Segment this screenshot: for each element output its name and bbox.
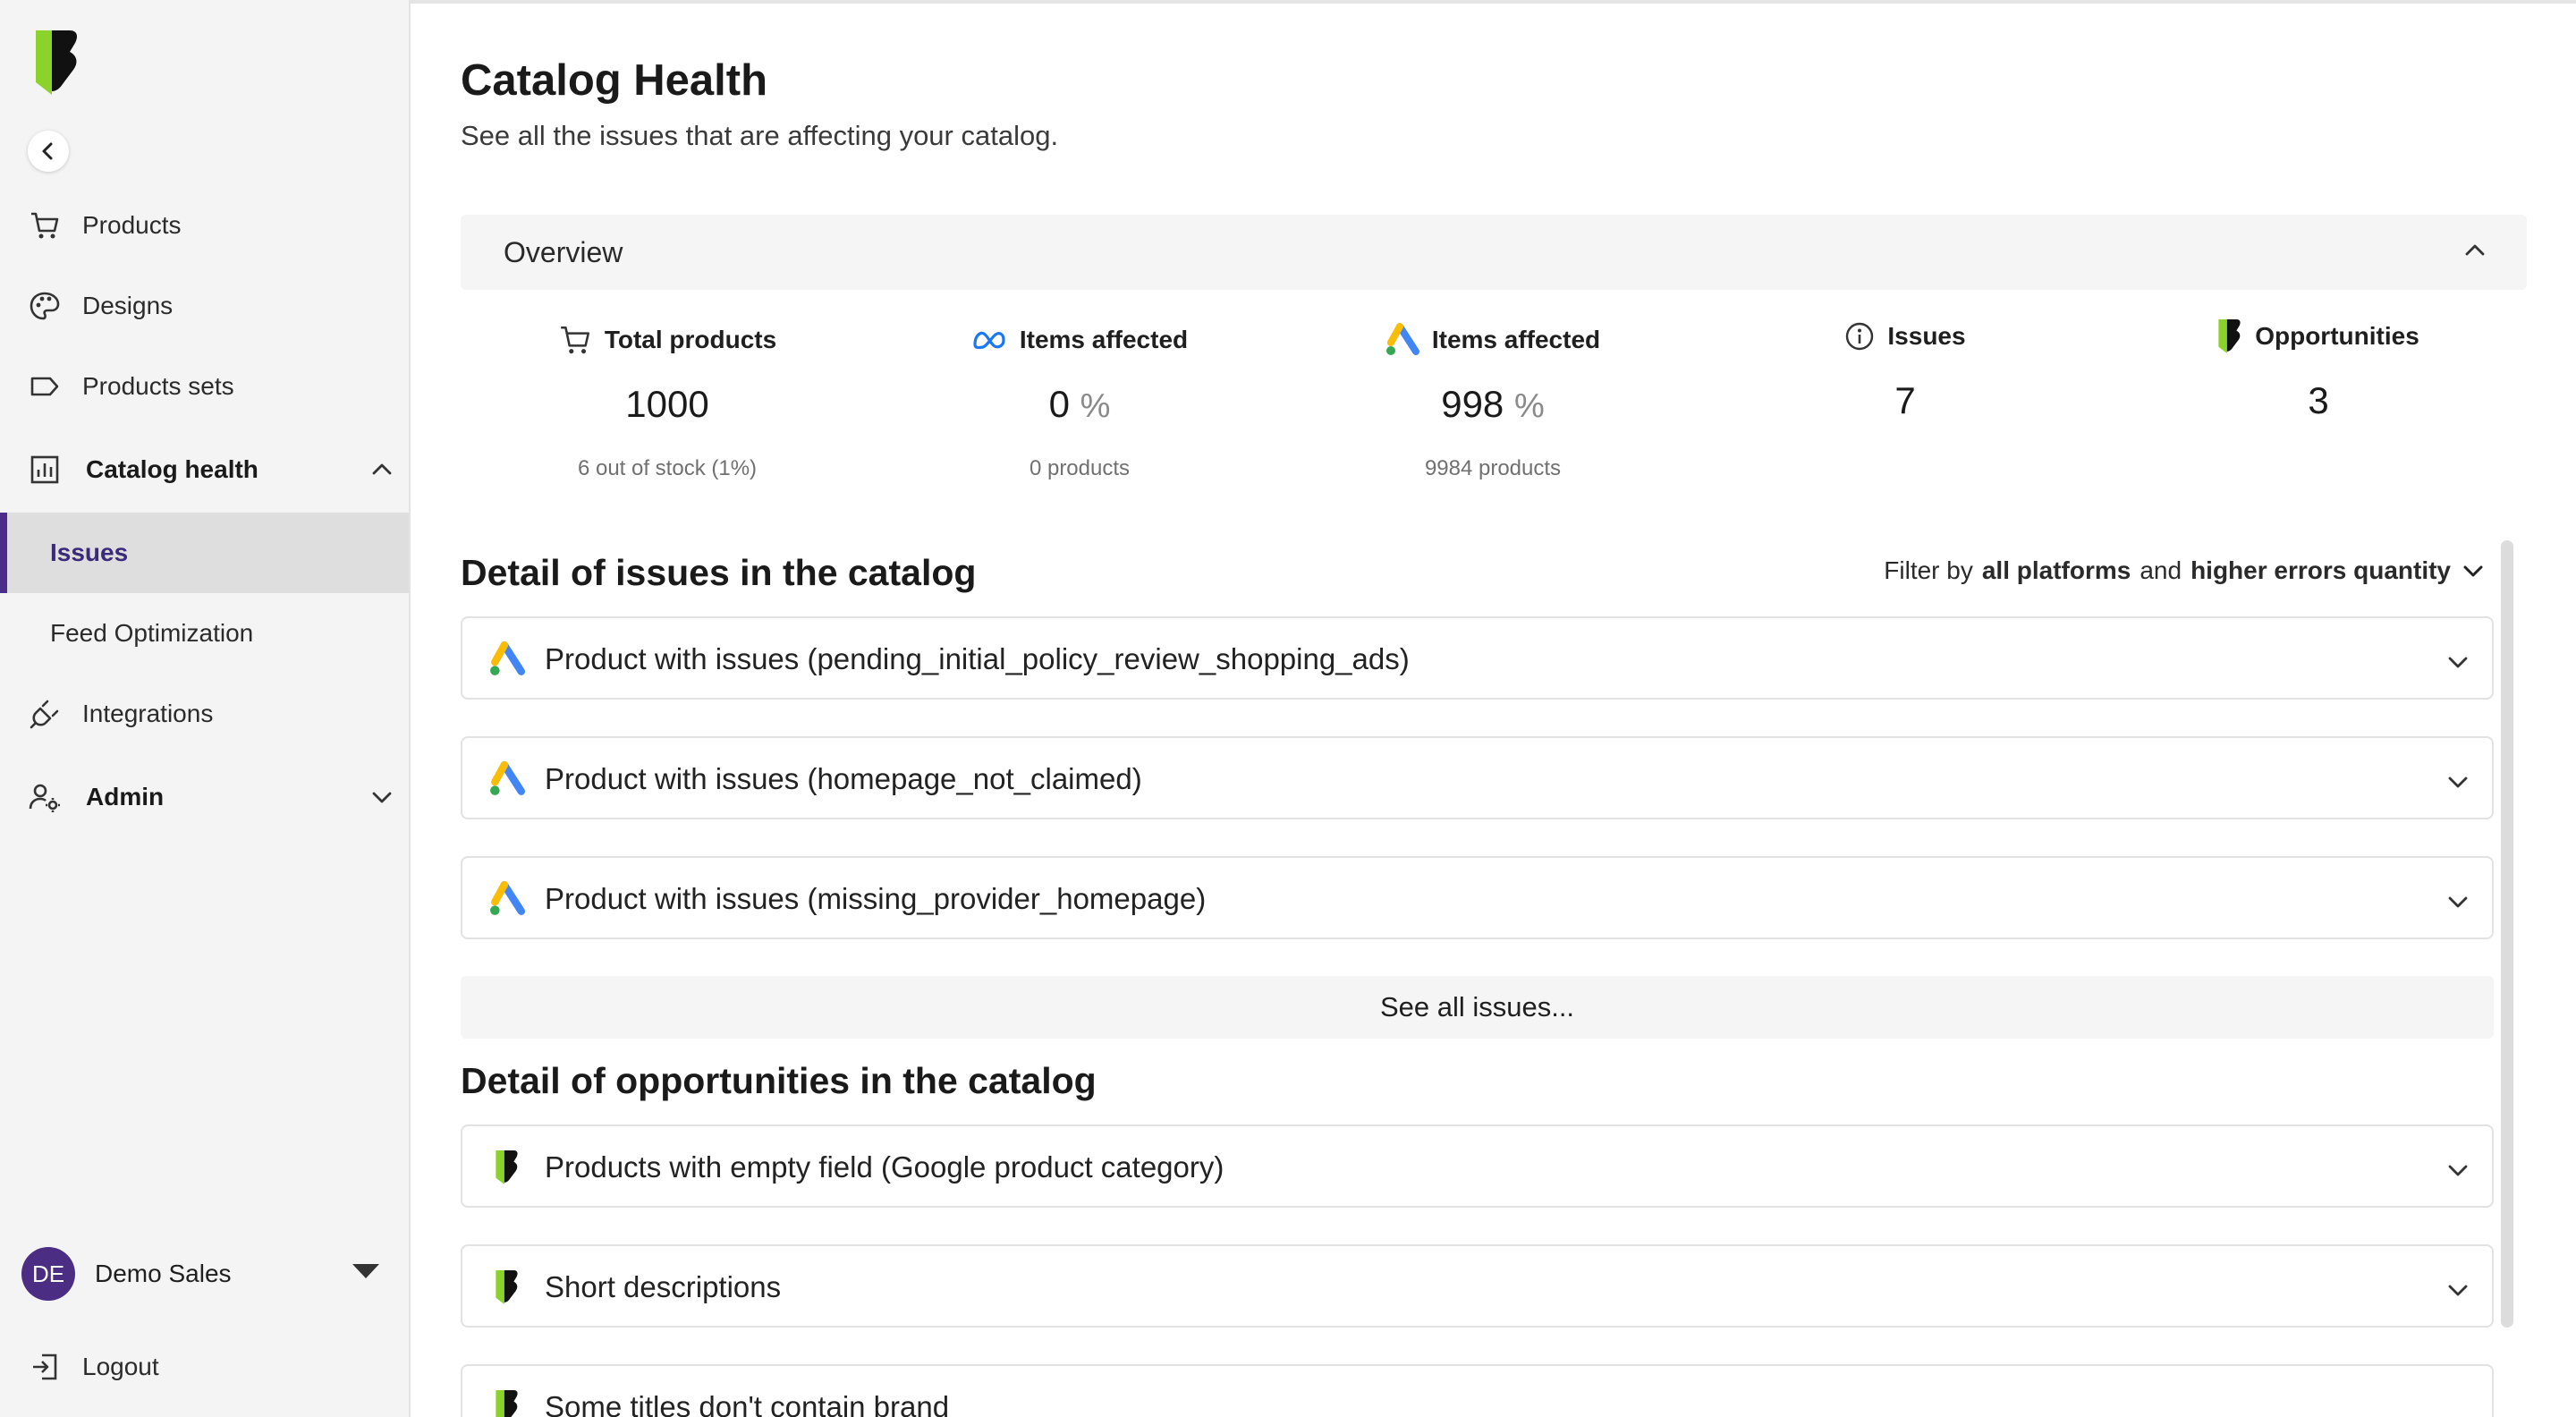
sidebar-item-integrations[interactable]: Integrations — [0, 678, 409, 750]
google-ads-icon — [490, 641, 525, 675]
stat-issues: Issues 7 — [1735, 315, 2075, 422]
sidebar-item-label: Issues — [50, 539, 129, 566]
stat-title: Items affected — [1431, 326, 1601, 353]
filter-and: and — [2140, 556, 2182, 584]
chevron-down-icon — [2442, 1274, 2474, 1306]
sidebar-item-catalog-health[interactable]: Catalog health — [0, 434, 409, 505]
meta-icon — [973, 331, 1005, 350]
logout-label: Logout — [82, 1353, 159, 1380]
scrollbar[interactable] — [2501, 540, 2513, 1328]
sidebar-item-label: Products — [82, 211, 182, 239]
filter-platforms: all platforms — [1981, 556, 2131, 584]
sidebar-item-label: Catalog health — [86, 455, 258, 483]
user-name: Demo Sales — [95, 1260, 232, 1287]
chart-icon — [27, 452, 63, 488]
stat-meta-items-affected: Items affected 0 % 0 products — [910, 318, 1250, 481]
page-title: Catalog Health — [461, 56, 768, 105]
chevron-down-icon — [2442, 646, 2474, 678]
plug-icon — [27, 696, 63, 732]
opportunity-item[interactable]: Products with empty field (Google produc… — [461, 1124, 2494, 1208]
sidebar-item-products[interactable]: Products — [0, 190, 409, 261]
opportunity-title: Products with empty field (Google produc… — [545, 1150, 1224, 1184]
sidebar-item-product-sets[interactable]: Products sets — [0, 351, 409, 422]
brand-icon — [496, 1270, 518, 1304]
issue-title: Product with issues (missing_provider_ho… — [545, 882, 1207, 915]
google-ads-icon — [490, 881, 525, 915]
user-menu[interactable]: DE Demo Sales — [21, 1246, 388, 1302]
stat-subtext: 6 out of stock (1%) — [577, 456, 758, 480]
stat-google-items-affected: Items affected 998 % 9984 products — [1323, 318, 1663, 481]
google-ads-icon — [490, 761, 525, 795]
brand-icon — [496, 1150, 518, 1184]
issue-item[interactable]: Product with issues (homepage_not_claime… — [461, 736, 2494, 819]
issues-filter-dropdown[interactable]: Filter by all platforms and higher error… — [1884, 556, 2487, 585]
issue-title: Product with issues (homepage_not_claime… — [545, 762, 1142, 795]
brand-logo[interactable] — [34, 29, 80, 97]
logout-icon — [27, 1349, 63, 1385]
avatar: DE — [21, 1247, 75, 1301]
chevron-down-icon[interactable] — [368, 783, 396, 811]
page-subtitle: See all the issues that are affecting yo… — [461, 120, 1059, 151]
stat-title: Items affected — [1019, 326, 1189, 353]
stat-value: 1000 — [625, 383, 709, 425]
collapse-sidebar-button[interactable] — [28, 131, 69, 172]
sidebar-item-label: Products sets — [82, 372, 234, 400]
opportunity-title: Short descriptions — [545, 1270, 782, 1303]
stat-value: 998 % — [1441, 383, 1545, 425]
chevron-left-icon — [42, 142, 53, 160]
brand-icon — [2218, 319, 2241, 353]
stat-subtext: 0 products — [1029, 456, 1131, 480]
opportunities-section-title: Detail of opportunities in the catalog — [461, 1060, 1097, 1101]
info-icon — [1846, 322, 1874, 351]
chevron-down-icon — [2442, 766, 2474, 798]
caret-down-icon[interactable] — [352, 1264, 379, 1278]
brand-icon — [496, 1390, 518, 1417]
filter-prefix: Filter by — [1884, 556, 1973, 584]
chevron-down-icon — [2463, 565, 2483, 577]
stat-total-products: Total products 1000 6 out of stock (1%) — [497, 318, 837, 481]
sidebar-item-label: Feed Optimization — [50, 619, 254, 647]
stat-opportunities: Opportunities 3 — [2148, 315, 2488, 422]
opportunity-item[interactable]: Some titles don't contain brand — [461, 1364, 2494, 1417]
chevron-up-icon — [2459, 234, 2491, 267]
chevron-down-icon — [2442, 886, 2474, 918]
opportunity-item[interactable]: Short descriptions — [461, 1244, 2494, 1328]
google-ads-icon — [1385, 323, 1419, 355]
cart-icon — [27, 208, 63, 243]
sidebar-item-label: Admin — [86, 783, 165, 810]
opportunity-title: Some titles don't contain brand — [545, 1390, 950, 1417]
stat-value: 3 — [2308, 379, 2329, 421]
sidebar-item-feed-optimization[interactable]: Feed Optimization — [0, 593, 409, 674]
stat-value: 0 % — [1048, 383, 1111, 425]
top-divider — [411, 0, 2576, 4]
sidebar-item-label: Designs — [82, 292, 174, 319]
user-gear-icon — [27, 779, 63, 815]
logout-button[interactable]: Logout — [0, 1331, 409, 1403]
issue-item[interactable]: Product with issues (missing_provider_ho… — [461, 856, 2494, 939]
sidebar-item-admin[interactable]: Admin — [0, 761, 409, 833]
sidebar-item-designs[interactable]: Designs — [0, 270, 409, 342]
overview-label: Overview — [504, 236, 623, 268]
sidebar-item-issues[interactable]: Issues — [0, 513, 409, 593]
see-all-issues-button[interactable]: See all issues... — [461, 976, 2494, 1039]
stat-title: Opportunities — [2255, 322, 2419, 350]
chevron-up-icon[interactable] — [368, 455, 396, 484]
sidebar: Products Designs Products sets Catalog h… — [0, 0, 411, 1417]
stat-title: Issues — [1887, 322, 1966, 350]
cart-icon — [560, 327, 589, 354]
sidebar-item-label: Integrations — [82, 700, 214, 727]
overview-toggle[interactable]: Overview — [461, 215, 2527, 290]
issues-section-title: Detail of issues in the catalog — [461, 552, 977, 593]
chevron-down-icon — [2442, 1154, 2474, 1186]
tag-icon — [27, 369, 63, 404]
stat-subtext: 9984 products — [1424, 456, 1562, 480]
palette-icon — [27, 288, 63, 324]
issue-item[interactable]: Product with issues (pending_initial_pol… — [461, 616, 2494, 700]
stat-value: 7 — [1894, 379, 1916, 421]
stat-title: Total products — [604, 326, 777, 353]
filter-order: higher errors quantity — [2190, 556, 2451, 584]
issue-title: Product with issues (pending_initial_pol… — [545, 642, 1410, 675]
